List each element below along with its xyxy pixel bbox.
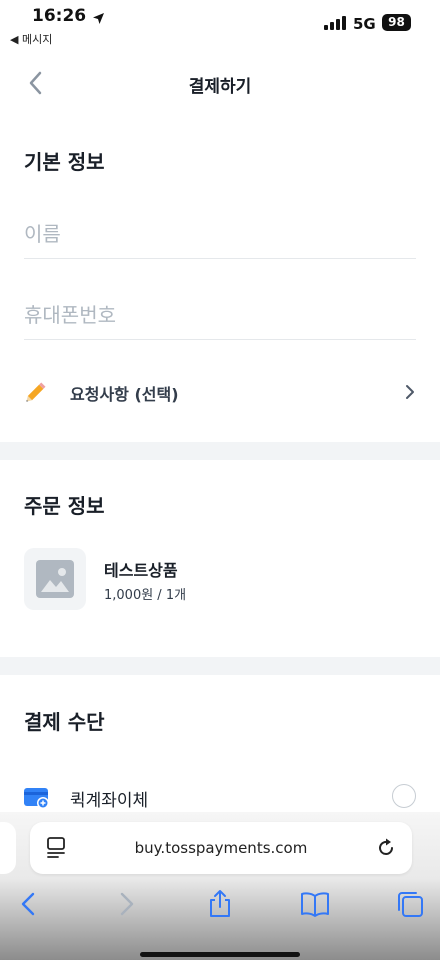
section-divider	[0, 442, 440, 460]
back-to-messages-link[interactable]: ◀ 메시지	[10, 31, 52, 47]
browser-toolbar: buy.tosspayments.com	[0, 812, 440, 960]
phone-input[interactable]	[24, 295, 416, 335]
payment-method-heading: 결제 수단	[24, 710, 105, 734]
location-arrow-icon	[92, 10, 105, 29]
section-divider	[0, 657, 440, 675]
status-bar: 16:26 ◀ 메시지 5G 98	[0, 0, 440, 48]
product-name: 테스트상품	[104, 561, 178, 580]
previous-tab-preview[interactable]	[0, 822, 16, 874]
reload-icon[interactable]	[375, 837, 397, 863]
product-price-quantity: 1,000원 / 1개	[104, 588, 187, 603]
pencil-icon	[24, 378, 50, 408]
network-type: 5G	[353, 15, 376, 33]
browser-forward-icon[interactable]	[110, 888, 142, 920]
address-bar[interactable]: buy.tosspayments.com	[30, 822, 412, 874]
page-header: 결제하기	[0, 62, 440, 106]
browser-back-icon[interactable]	[13, 888, 45, 920]
product-thumbnail	[24, 548, 86, 610]
cellular-signal-icon	[324, 15, 346, 34]
url-text: buy.tosspayments.com	[134, 839, 308, 857]
share-icon[interactable]	[204, 888, 236, 920]
phone-field	[24, 295, 416, 340]
quick-transfer-label: 퀵계좌이체	[70, 791, 149, 811]
tabs-icon[interactable]	[394, 888, 426, 920]
image-placeholder-icon	[36, 560, 74, 598]
name-input[interactable]	[24, 214, 416, 254]
order-info-heading: 주문 정보	[24, 494, 105, 518]
request-row[interactable]: 요청사항 (선택)	[0, 370, 440, 414]
bank-card-icon	[24, 786, 50, 814]
chevron-right-icon	[404, 384, 416, 404]
page-title: 결제하기	[188, 77, 252, 97]
name-field	[24, 214, 416, 259]
quick-transfer-radio[interactable]	[392, 784, 416, 808]
bookmarks-icon[interactable]	[299, 888, 331, 920]
home-indicator	[140, 952, 300, 957]
basic-info-heading: 기본 정보	[24, 150, 105, 174]
battery-icon: 98	[382, 14, 411, 31]
status-time: 16:26	[32, 6, 87, 26]
request-label: 요청사항 (선택)	[70, 385, 179, 404]
